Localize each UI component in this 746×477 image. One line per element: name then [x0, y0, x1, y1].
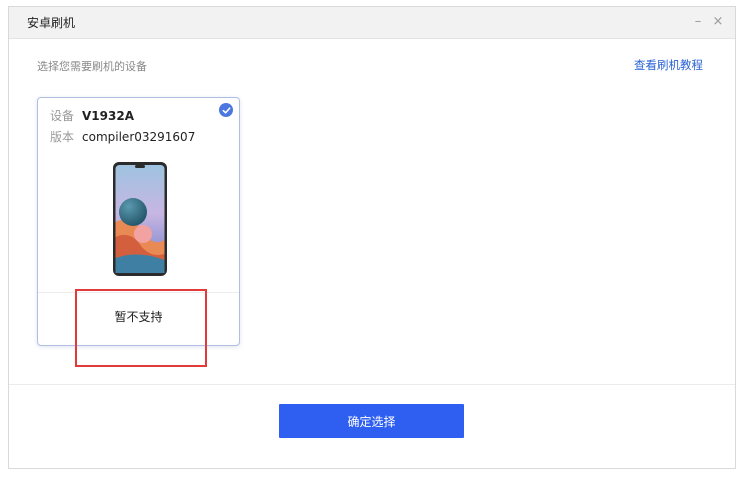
phone-image: [113, 162, 167, 276]
confirm-selection-button[interactable]: 确定选择: [279, 404, 464, 438]
view-tutorial-link[interactable]: 查看刷机教程: [634, 57, 703, 73]
device-row: 设备 V1932A: [50, 107, 134, 124]
window-title: 安卓刷机: [27, 16, 76, 30]
annotation-highlight-box: [75, 289, 207, 367]
version-value: compiler03291607: [82, 130, 196, 144]
close-button[interactable]: ×: [709, 12, 727, 32]
version-label: 版本: [50, 130, 75, 144]
select-device-hint: 选择您需要刷机的设备: [37, 60, 147, 73]
flash-dialog: 安卓刷机 – × 选择您需要刷机的设备 查看刷机教程 设备 V1932A 版本 co…: [8, 6, 736, 469]
checkmark-icon: [219, 103, 233, 117]
footer-divider: [9, 384, 735, 385]
title-bar: 安卓刷机 – ×: [9, 7, 735, 39]
version-row: 版本 compiler03291607: [50, 128, 195, 145]
minimize-button[interactable]: –: [689, 12, 707, 32]
device-model: V1932A: [82, 109, 134, 123]
device-label: 设备: [50, 109, 75, 123]
